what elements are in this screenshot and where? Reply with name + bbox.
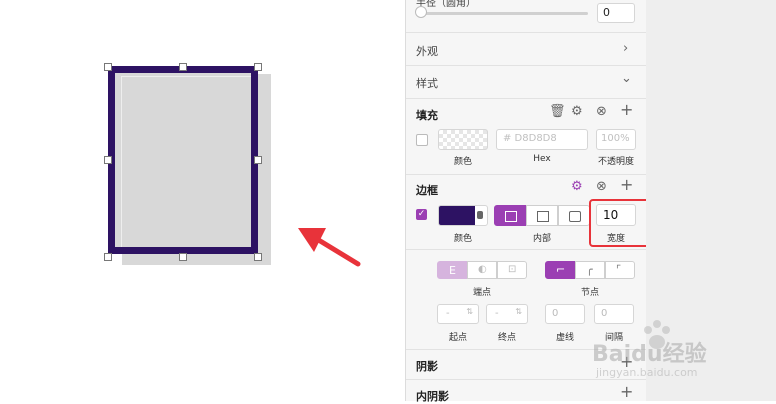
watermark-brand: Baidu经验: [592, 342, 707, 367]
end-arrow-select[interactable]: - ⇅: [486, 304, 528, 324]
inner-shadow-section-title: 内阴影: [416, 390, 449, 403]
start-label: 起点: [448, 333, 467, 343]
end-butt-icon: E: [449, 264, 456, 277]
trash-icon[interactable]: 🗑: [549, 105, 566, 119]
appearance-section-title[interactable]: 外观: [416, 43, 438, 59]
fill-hex-input[interactable]: # D8D8D8: [496, 129, 588, 150]
fill-opacity-label: 不透明度: [597, 157, 634, 167]
dash-value: 0: [552, 308, 559, 319]
fill-hex-label: Hex: [533, 154, 551, 164]
start-arrow-value: -: [446, 308, 450, 319]
border-position-inside-button[interactable]: [526, 205, 558, 226]
selected-rectangle[interactable]: [108, 66, 258, 254]
end-round-button[interactable]: ◐: [467, 261, 497, 279]
ends-label: 端点: [472, 288, 491, 298]
join-round-button[interactable]: ╭: [575, 261, 605, 279]
baidu-watermark: Baidu经验 jingyan.baidu.com: [592, 318, 742, 388]
border-section-title: 边框: [416, 184, 438, 197]
join-round-icon: ╭: [586, 263, 593, 276]
add-fill-icon[interactable]: +: [620, 102, 633, 118]
resize-handle-bottom[interactable]: [179, 253, 187, 261]
divider: [406, 98, 646, 99]
gear-icon[interactable]: ⚙: [571, 180, 583, 194]
resize-handle-top-right[interactable]: [254, 63, 262, 71]
border-color-swatch: [439, 206, 475, 225]
annotation-arrow-icon: [298, 228, 361, 267]
end-round-icon: ◐: [478, 264, 487, 275]
end-label: 终点: [497, 333, 516, 343]
resize-handle-top[interactable]: [179, 63, 187, 71]
chevron-down-icon[interactable]: ⌄: [621, 72, 632, 86]
resize-handle-bottom-right[interactable]: [254, 253, 262, 261]
resize-handle-bottom-left[interactable]: [104, 253, 112, 261]
border-width-label: 宽度: [606, 234, 625, 244]
divider: [406, 32, 646, 33]
rectangle-inner-edge: [121, 76, 251, 247]
border-outside-icon: [569, 211, 581, 222]
end-arrow-value: -: [495, 308, 499, 319]
border-color-label: 颜色: [453, 234, 472, 244]
border-position-label: 内部: [532, 234, 551, 244]
divider: [406, 249, 646, 250]
design-canvas[interactable]: [0, 0, 405, 401]
chevron-right-icon[interactable]: ›: [623, 42, 628, 56]
divider: [406, 174, 646, 175]
fill-section-title: 填充: [416, 109, 438, 122]
radius-value: 0: [603, 6, 610, 19]
dash-label: 虚线: [555, 333, 574, 343]
gear-icon[interactable]: ⚙: [571, 105, 583, 119]
style-section-title[interactable]: 样式: [416, 75, 438, 91]
chevron-updown-icon: ⇅: [515, 307, 522, 316]
dash-input[interactable]: 0: [545, 304, 585, 324]
watermark-url: jingyan.baidu.com: [596, 366, 698, 379]
end-square-icon: ⊡: [508, 264, 517, 275]
fill-opacity-placeholder: 100%: [601, 133, 630, 144]
resize-handle-left[interactable]: [104, 156, 112, 164]
join-miter-button[interactable]: ⌐: [545, 261, 575, 279]
join-miter-icon: ⌐: [556, 263, 566, 276]
fill-hex-placeholder: # D8D8D8: [503, 133, 557, 144]
radius-slider-thumb[interactable]: [415, 6, 427, 18]
radius-slider-track[interactable]: [420, 12, 588, 15]
resize-handle-top-left[interactable]: [104, 63, 112, 71]
joins-label: 节点: [580, 288, 599, 298]
border-position-center-button[interactable]: [494, 205, 526, 226]
end-square-button[interactable]: ⊡: [497, 261, 527, 279]
dropdown-icon[interactable]: ⌄: [490, 0, 498, 3]
border-center-icon: [505, 211, 517, 222]
fill-color-well[interactable]: [438, 129, 488, 150]
blend-mode-icon[interactable]: ⊗: [596, 180, 607, 194]
divider: [406, 65, 646, 66]
blend-mode-icon[interactable]: ⊗: [596, 105, 607, 119]
fill-opacity-input[interactable]: 100%: [596, 129, 636, 150]
border-inside-icon: [537, 211, 549, 222]
chevron-updown-icon: ⇅: [466, 307, 473, 316]
border-checkbox[interactable]: ✓: [416, 209, 427, 220]
start-arrow-select[interactable]: - ⇅: [437, 304, 479, 324]
add-border-icon[interactable]: +: [620, 177, 633, 193]
shadow-section-title: 阴影: [416, 360, 438, 373]
border-position-outside-button[interactable]: [558, 205, 590, 226]
resize-handle-right[interactable]: [254, 156, 262, 164]
fill-checkbox[interactable]: [416, 134, 428, 146]
join-bevel-icon: ⌜: [616, 263, 622, 276]
radius-input[interactable]: 0: [597, 3, 635, 23]
join-bevel-button[interactable]: ⌜: [605, 261, 635, 279]
color-picker-toggle-icon: [477, 211, 483, 219]
border-color-well[interactable]: [438, 205, 488, 226]
end-butt-button[interactable]: E: [437, 261, 467, 279]
fill-color-label: 颜色: [453, 157, 472, 167]
